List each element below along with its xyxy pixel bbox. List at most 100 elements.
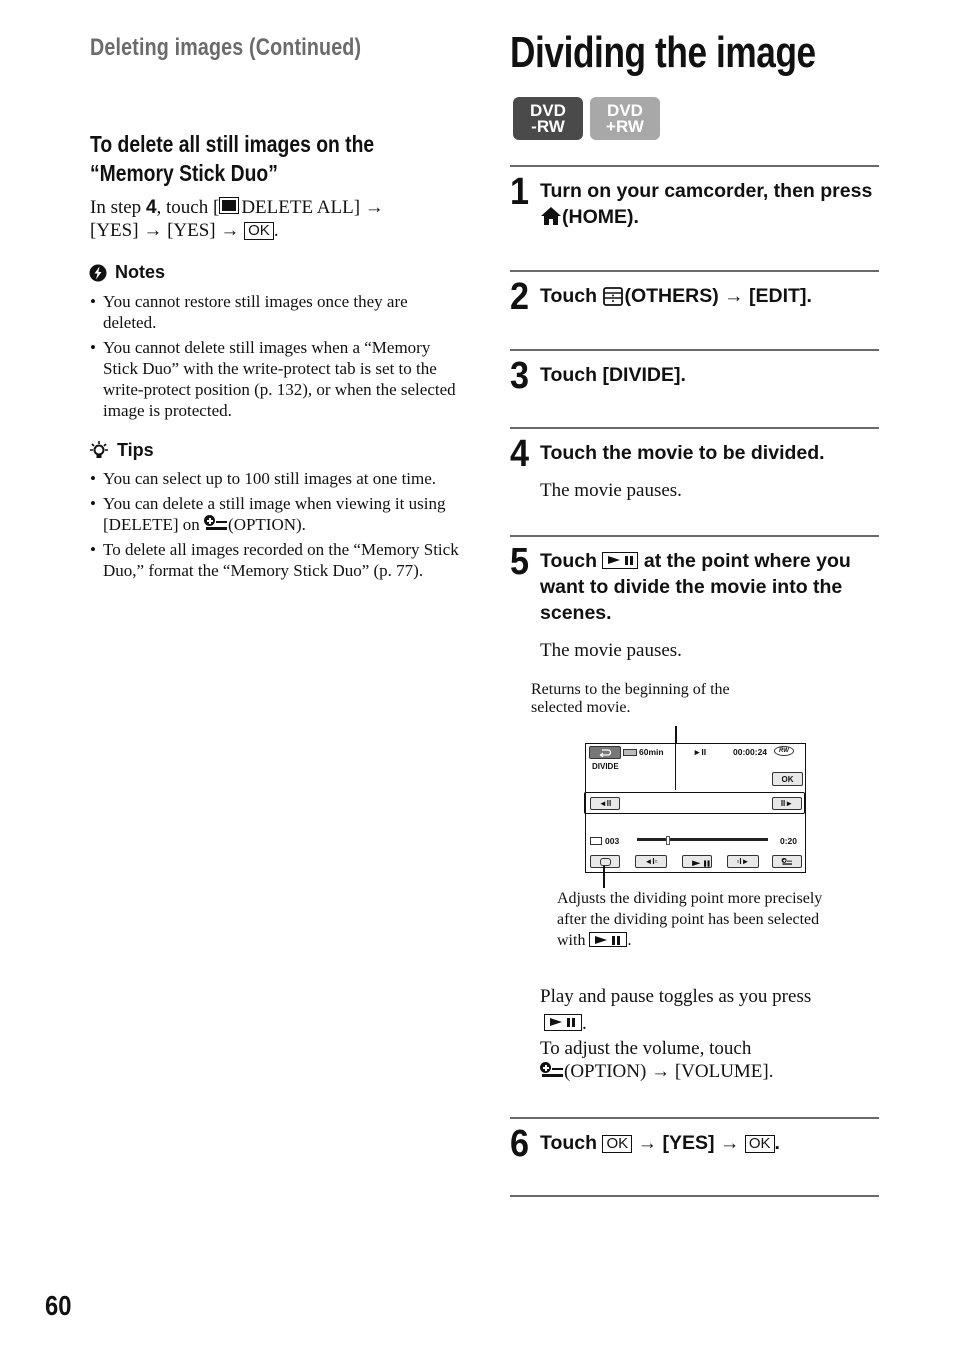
badge-line: +RW bbox=[606, 116, 644, 136]
step-text-part: Touch bbox=[540, 550, 603, 572]
step-text: Touch (OTHERS) → [EDIT]. bbox=[540, 279, 812, 309]
callout-return-to-start: Returns to the beginning of the selected… bbox=[531, 681, 730, 716]
step-number: 6 bbox=[510, 1123, 530, 1165]
return-icon bbox=[599, 748, 611, 757]
divider bbox=[510, 165, 879, 167]
tips-list: You can select up to 100 still images at… bbox=[90, 468, 460, 585]
arrow: → bbox=[364, 197, 384, 218]
arrow: → bbox=[637, 1132, 658, 1154]
tips-heading-text: Tips bbox=[117, 439, 154, 460]
yes-label: [YES] bbox=[167, 220, 216, 241]
tips-heading: Tips bbox=[89, 439, 154, 461]
play-pause-icon bbox=[544, 1014, 582, 1031]
fine-adjust-icon bbox=[599, 857, 611, 866]
continued-section-title: Deleting images (Continued) bbox=[90, 34, 362, 61]
option-icon bbox=[781, 857, 793, 865]
step-number: 4 bbox=[510, 433, 530, 475]
callout-leader-line bbox=[603, 866, 605, 888]
camcorder-screen: 60min DIVIDE ►II 00:00:24 RW OK ◄II II► … bbox=[584, 743, 806, 873]
step-number: 5 bbox=[510, 541, 530, 583]
note-item: You cannot delete still images when a “M… bbox=[90, 337, 460, 421]
timecode: 00:00:24 bbox=[733, 747, 768, 757]
divider bbox=[510, 1117, 879, 1119]
ok-button-icon: OK bbox=[744, 1135, 775, 1153]
subsection-title: To delete all still images on the “Memor… bbox=[90, 131, 375, 186]
divider bbox=[510, 535, 879, 537]
step-6: 6 Touch OK → [YES] → OK. bbox=[510, 1123, 880, 1165]
play-pause-icon bbox=[689, 858, 707, 867]
play-pause-icon bbox=[589, 932, 628, 947]
step-number: 1 bbox=[510, 171, 530, 213]
instruction-prefix: In step bbox=[90, 197, 146, 218]
play-pause-icon bbox=[602, 552, 639, 569]
arrow: → bbox=[143, 220, 163, 241]
step-3: 3 Touch [DIVIDE]. bbox=[510, 355, 880, 397]
yes-label: [YES] bbox=[90, 220, 139, 241]
lightbulb-icon bbox=[90, 441, 108, 458]
instruction-middle: , touch [ bbox=[156, 197, 220, 218]
note-text: . bbox=[582, 1013, 587, 1034]
dvd-rw-plus-badge: DVD +RW bbox=[590, 97, 660, 140]
step-4: 4 Touch the movie to be divided. bbox=[510, 433, 880, 475]
battery-icon bbox=[623, 748, 637, 756]
badge-line: -RW bbox=[531, 116, 565, 136]
delete-all-label: DELETE ALL] bbox=[241, 197, 361, 218]
play-pause-note: Play and pause toggles as you press . bbox=[540, 983, 870, 1037]
step-text-part: (OTHERS) → [EDIT]. bbox=[624, 285, 812, 307]
divider bbox=[510, 1195, 879, 1197]
next-frame-button[interactable]: II► bbox=[772, 797, 802, 810]
return-button[interactable] bbox=[589, 746, 621, 759]
step-5: 5 Touch at the point where you want to d… bbox=[510, 541, 880, 626]
tip-item: You can select up to 100 still images at… bbox=[90, 468, 460, 489]
ok-button-icon: OK bbox=[602, 1135, 633, 1153]
tip-item: To delete all images recorded on the “Me… bbox=[90, 539, 460, 581]
film-icon bbox=[590, 837, 602, 845]
adjust-forward-button[interactable]: ▫I► bbox=[727, 855, 759, 868]
step-number: 2 bbox=[510, 276, 530, 318]
page-number: 60 bbox=[45, 1290, 72, 1321]
delete-all-instruction: In step 4, touch [DELETE ALL] → [YES] → … bbox=[90, 196, 450, 242]
notes-heading: Notes bbox=[89, 262, 165, 283]
step-text-part: Touch bbox=[540, 1132, 603, 1154]
disc-type-indicator: RW bbox=[774, 746, 794, 756]
notes-heading-text: Notes bbox=[115, 262, 166, 282]
divider bbox=[510, 427, 879, 429]
step-text-part: Touch bbox=[540, 285, 603, 307]
note-text: To adjust the volume, touch bbox=[540, 1038, 752, 1059]
step-text-part: Turn on your camcorder, then press bbox=[540, 180, 873, 202]
adjust-back-button[interactable]: ◄I▫ bbox=[635, 855, 667, 868]
screen-ok-button[interactable]: OK bbox=[772, 772, 803, 786]
progress-marker[interactable] bbox=[665, 836, 670, 845]
scene-indicator: 003 bbox=[590, 836, 619, 846]
divider bbox=[510, 270, 879, 272]
volume-note: To adjust the volume, touch (OPTION) → [… bbox=[540, 1037, 870, 1083]
battery-time: 60min bbox=[639, 747, 664, 757]
step-subtext: The movie pauses. bbox=[540, 640, 682, 661]
progress-track[interactable] bbox=[637, 836, 768, 845]
period: . bbox=[774, 1132, 780, 1154]
step-text-part: (HOME). bbox=[562, 206, 639, 228]
option-icon bbox=[540, 1062, 564, 1080]
option-button[interactable] bbox=[772, 855, 802, 868]
note-text: Play and pause toggles as you press bbox=[540, 986, 812, 1007]
play-state-indicator: ►II bbox=[693, 747, 707, 757]
arrow: → bbox=[220, 220, 240, 241]
notes-list: You cannot restore still images once the… bbox=[90, 291, 460, 425]
others-icon bbox=[603, 287, 624, 306]
fine-adjust-button[interactable] bbox=[590, 855, 620, 868]
previous-frame-button[interactable]: ◄II bbox=[590, 797, 620, 810]
dvd-rw-minus-badge: DVD -RW bbox=[513, 97, 583, 140]
period: . bbox=[273, 220, 279, 241]
option-icon bbox=[204, 515, 228, 533]
step-2: 2 Touch (OTHERS) → [EDIT]. bbox=[510, 276, 880, 318]
step-text: Turn on your camcorder, then press (HOME… bbox=[540, 174, 880, 230]
play-pause-button[interactable] bbox=[682, 855, 712, 868]
step-subtext: The movie pauses. bbox=[540, 480, 682, 501]
divider bbox=[510, 349, 879, 351]
step-text: Touch at the point where you want to div… bbox=[540, 544, 880, 626]
battery-indicator: 60min bbox=[623, 747, 664, 757]
callout-fine-adjust: Adjusts the dividing point more precisel… bbox=[557, 888, 847, 951]
ok-button-icon: OK bbox=[244, 222, 274, 240]
arrow: → bbox=[719, 1132, 740, 1154]
step-number: 3 bbox=[510, 355, 530, 397]
